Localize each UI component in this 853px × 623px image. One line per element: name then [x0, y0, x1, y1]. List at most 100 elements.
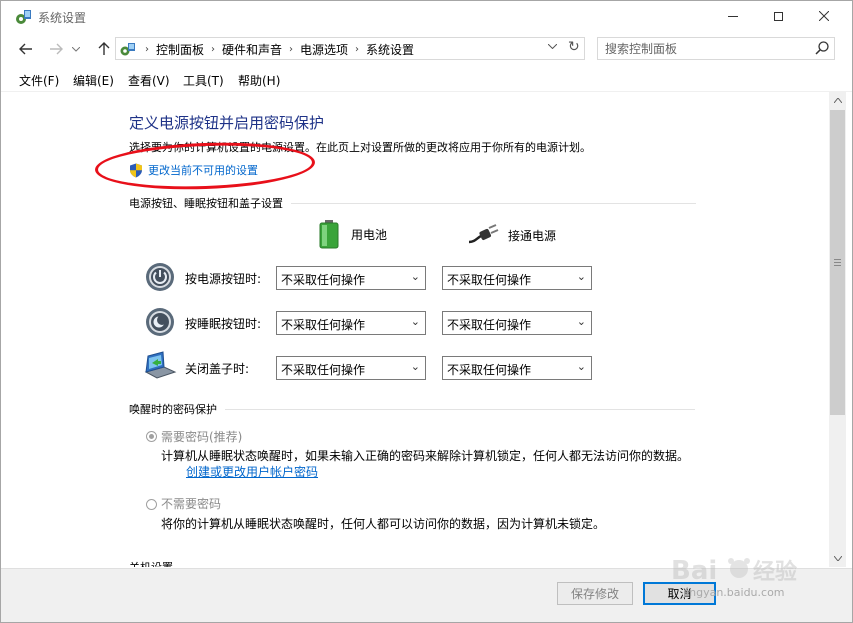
- up-arrow-icon: [98, 42, 110, 55]
- breadcrumb: › 控制面板 › 硬件和声音 › 电源选项 › 系统设置: [138, 41, 414, 58]
- no-password-description: 将你的计算机从睡眠状态唤醒时，任何人都可以访问你的数据，因为计算机未锁定。: [161, 517, 606, 531]
- lid-close-label: 关闭盖子时:: [185, 362, 250, 376]
- search-input[interactable]: [598, 38, 810, 59]
- power-button-plugged-select[interactable]: 不采取任何操作 ⌄: [442, 266, 592, 290]
- lid-close-plugged-select[interactable]: 不采取任何操作 ⌄: [442, 356, 592, 380]
- system-settings-icon: [16, 10, 31, 24]
- shutdown-section-heading-text: 关机设置: [129, 559, 173, 567]
- window-title: 系统设置: [38, 11, 87, 25]
- main-content: 定义电源按钮并启用密码保护 选择要为你的计算机设置的电源设置。在此页上对设置所做…: [1, 92, 829, 567]
- menu-edit[interactable]: 编辑(E): [73, 72, 114, 89]
- address-bar[interactable]: › 控制面板 › 硬件和声音 › 电源选项 › 系统设置 ↻: [115, 37, 585, 60]
- back-button[interactable]: [17, 40, 35, 58]
- search-box[interactable]: [597, 37, 835, 60]
- create-password-link[interactable]: 创建或更改用户帐户密码: [186, 463, 318, 480]
- chevron-down-icon: ⌄: [576, 360, 586, 373]
- breadcrumb-separator[interactable]: ›: [145, 44, 149, 55]
- menu-bar: 文件(F) 编辑(E) 查看(V) 工具(T) 帮助(H): [1, 67, 852, 92]
- power-section-heading: 电源按钮、睡眠按钮和盖子设置: [129, 195, 696, 211]
- control-panel-icon: [120, 43, 135, 56]
- select-value: 不采取任何操作: [281, 363, 366, 377]
- breadcrumb-separator[interactable]: ›: [211, 44, 215, 55]
- change-settings-link-text[interactable]: 更改当前不可用的设置: [148, 162, 258, 178]
- select-value: 不采取任何操作: [447, 318, 532, 332]
- menu-view[interactable]: 查看(V): [128, 72, 170, 89]
- section-divider: [225, 408, 695, 410]
- breadcrumb-hardware-sound[interactable]: 硬件和声音: [222, 41, 282, 58]
- menu-file[interactable]: 文件(F): [19, 72, 59, 89]
- page-title: 定义电源按钮并启用密码保护: [129, 114, 325, 132]
- wake-section-heading-text: 唤醒时的密码保护: [129, 403, 217, 416]
- maximize-icon: [774, 11, 783, 21]
- menu-help[interactable]: 帮助(H): [238, 72, 280, 89]
- up-button[interactable]: [95, 40, 113, 58]
- minimize-button[interactable]: [710, 1, 755, 31]
- maximize-button[interactable]: [756, 1, 801, 31]
- plugged-column-label: 接通电源: [508, 228, 557, 243]
- section-divider: [291, 202, 696, 204]
- chevron-down-icon: ⌄: [410, 315, 420, 328]
- power-button-battery-select[interactable]: 不采取任何操作 ⌄: [276, 266, 426, 290]
- title-bar: 系统设置: [1, 1, 852, 33]
- no-password-label[interactable]: 不需要密码: [161, 495, 221, 512]
- breadcrumb-separator[interactable]: ›: [355, 44, 359, 55]
- power-plug-icon: [468, 224, 499, 244]
- chevron-down-icon: ⌄: [576, 315, 586, 328]
- sleep-button-label: 按睡眠按钮时:: [185, 317, 262, 331]
- breadcrumb-power-options[interactable]: 电源选项: [300, 41, 348, 58]
- chevron-down-icon: ⌄: [410, 270, 420, 283]
- sleep-button-battery-select[interactable]: 不采取任何操作 ⌄: [276, 311, 426, 335]
- sleep-button-icon: [146, 308, 174, 336]
- uac-shield-icon: [130, 163, 142, 177]
- vertical-scrollbar[interactable]: [829, 92, 846, 567]
- sleep-button-plugged-select[interactable]: 不采取任何操作 ⌄: [442, 311, 592, 335]
- forward-arrow-icon: [50, 43, 63, 55]
- forward-button[interactable]: [47, 40, 65, 58]
- power-button-label: 按电源按钮时:: [185, 272, 262, 286]
- battery-column-label: 用电池: [351, 227, 388, 242]
- no-password-radio[interactable]: [146, 499, 157, 510]
- laptop-lid-icon: [144, 351, 177, 379]
- power-section-heading-text: 电源按钮、睡眠按钮和盖子设置: [129, 197, 283, 210]
- select-value: 不采取任何操作: [447, 363, 532, 377]
- navigation-bar: › 控制面板 › 硬件和声音 › 电源选项 › 系统设置 ↻: [1, 33, 852, 67]
- menu-tools[interactable]: 工具(T): [183, 72, 224, 89]
- control-panel-window: 系统设置 › 控制面板 › 硬件和声音 › 电源选项 › 系统设置 ↻ 搜索控制…: [0, 0, 853, 623]
- breadcrumb-system-settings[interactable]: 系统设置: [366, 41, 414, 58]
- chevron-down-icon: ⌄: [576, 270, 586, 283]
- plugged-column-header: 接通电源: [467, 224, 556, 246]
- require-password-label[interactable]: 需要密码(推荐): [161, 428, 242, 445]
- breadcrumb-separator[interactable]: ›: [289, 44, 293, 55]
- scroll-up-button[interactable]: [829, 92, 846, 109]
- minimize-icon: [727, 15, 738, 17]
- close-icon: [818, 11, 829, 21]
- scroll-down-button[interactable]: [829, 550, 846, 567]
- scroll-up-icon: [833, 98, 842, 103]
- scroll-thumb[interactable]: [830, 110, 845, 415]
- select-value: 不采取任何操作: [281, 318, 366, 332]
- select-value: 不采取任何操作: [281, 273, 366, 287]
- change-settings-link[interactable]: 更改当前不可用的设置: [129, 162, 258, 178]
- address-dropdown-icon[interactable]: [547, 41, 558, 52]
- refresh-icon[interactable]: ↻: [568, 39, 580, 55]
- scroll-down-icon: [833, 556, 842, 561]
- battery-column-header: 用电池: [317, 219, 387, 249]
- back-arrow-icon: [19, 43, 32, 55]
- power-button-icon: [146, 263, 174, 291]
- recent-locations-button[interactable]: [70, 40, 82, 58]
- shutdown-section-heading: 关机设置: [129, 559, 173, 567]
- watermark-text: jingyan.baidu.com: [683, 586, 785, 599]
- close-button[interactable]: [801, 1, 846, 31]
- battery-icon: [319, 220, 339, 249]
- lid-close-battery-select[interactable]: 不采取任何操作 ⌄: [276, 356, 426, 380]
- require-password-description: 计算机从睡眠状态唤醒时，如果未输入正确的密码来解除计算机锁定，任何人都无法访问你…: [161, 449, 690, 463]
- chevron-down-icon: [72, 46, 80, 52]
- require-password-radio[interactable]: [146, 431, 157, 442]
- wake-section-heading: 唤醒时的密码保护: [129, 401, 695, 417]
- chevron-down-icon: ⌄: [410, 360, 420, 373]
- save-changes-button[interactable]: 保存修改: [557, 582, 633, 605]
- select-value: 不采取任何操作: [447, 273, 532, 287]
- breadcrumb-control-panel[interactable]: 控制面板: [156, 41, 204, 58]
- search-icon[interactable]: [814, 40, 830, 56]
- page-description: 选择要为你的计算机设置的电源设置。在此页上对设置所做的更改将应用于你所有的电源计…: [129, 141, 591, 154]
